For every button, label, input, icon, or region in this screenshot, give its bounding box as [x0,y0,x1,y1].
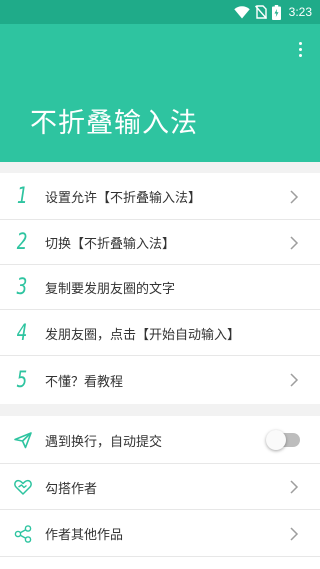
option-label: 勾搭作者 [45,481,98,497]
step-number: 3 [16,275,28,300]
auto-submit-toggle[interactable] [266,430,300,450]
battery-charging-icon [271,4,281,20]
step-row-3[interactable]: 3 复制要发朋友圈的文字 [0,265,320,310]
step-label: 设置允许【不折叠输入法】 [45,191,202,206]
wifi-icon [233,5,250,18]
step-number: 1 [16,184,28,209]
status-icons: 3:23 [233,0,312,24]
send-icon [14,432,32,449]
steps-card: 1 设置允许【不折叠输入法】 2 切换【不折叠输入法】 3 复制要发朋友圈的文字… [0,173,320,404]
options-card: 遇到换行，自动提交 勾搭作者 作者其他作品 [0,416,320,569]
step-label: 发朋友圈，点击【开始自动输入】 [45,327,241,343]
status-time: 3:23 [288,5,312,19]
step-row-5[interactable]: 5 不懂？看教程 [0,356,320,404]
step-row-2[interactable]: 2 切换【不折叠输入法】 [0,220,320,265]
more-vertical-icon[interactable] [290,38,310,60]
step-row-1[interactable]: 1 设置允许【不折叠输入法】 [0,173,320,220]
option-other-works[interactable]: 作者其他作品 [0,510,320,557]
share-icon [14,524,32,543]
toggle-thumb [266,430,286,450]
app-title: 不折叠输入法 [30,108,198,139]
status-bar: 3:23 [0,0,320,24]
step-label: 不懂？看教程 [45,374,124,390]
step-label: 切换【不折叠输入法】 [45,237,176,252]
step-label: 复制要发朋友圈的文字 [45,282,176,297]
no-sim-icon [254,5,267,19]
heart-handshake-icon [14,479,32,495]
chevron-right-icon [290,189,299,204]
step-row-4[interactable]: 4 发朋友圈，点击【开始自动输入】 [0,310,320,356]
app-header: 不折叠输入法 [0,24,320,162]
step-number: 4 [16,320,28,346]
divider [0,556,320,557]
option-auto-submit[interactable]: 遇到换行，自动提交 [0,416,320,464]
chevron-right-icon [290,480,299,494]
chevron-right-icon [290,235,299,250]
option-label: 遇到换行，自动提交 [45,434,163,450]
step-number: 5 [16,367,28,393]
option-contact-author[interactable]: 勾搭作者 [0,464,320,510]
chevron-right-icon [290,373,299,387]
option-label: 作者其他作品 [45,528,124,543]
step-number: 2 [16,230,28,255]
chevron-right-icon [290,526,299,541]
